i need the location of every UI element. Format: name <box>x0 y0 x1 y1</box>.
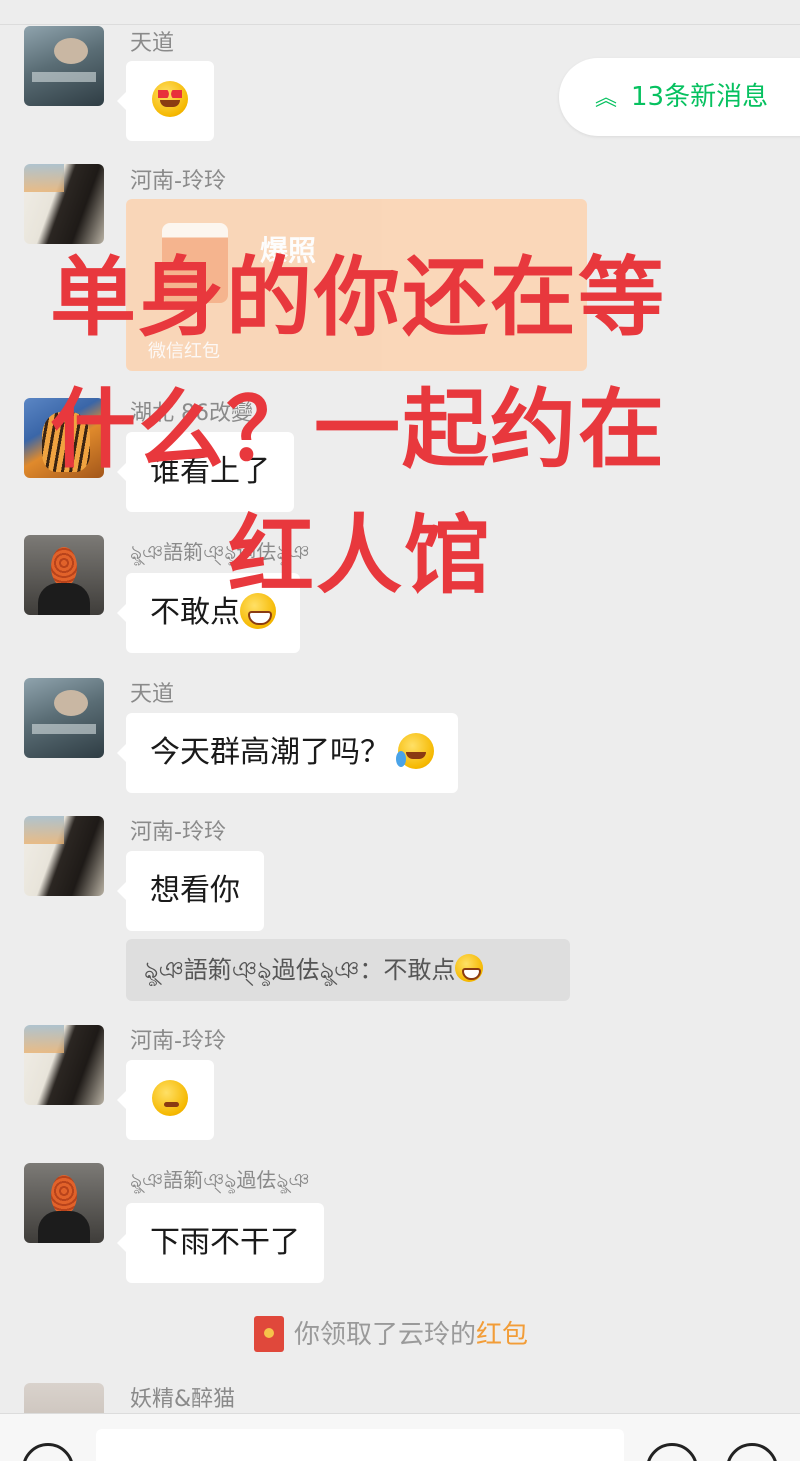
grinning-emoji-icon <box>455 954 484 982</box>
avatar-lingling[interactable] <box>24 816 104 896</box>
new-messages-button[interactable]: ︽ 13条新消息 <box>559 58 800 136</box>
sender-name: 妖精&醉猫 <box>130 1387 236 1412</box>
top-divider <box>0 24 800 25</box>
avatar-mask[interactable] <box>24 1163 104 1243</box>
avatar-lingling[interactable] <box>24 164 104 244</box>
heart-eyes-emoji-icon <box>152 80 188 117</box>
laughing-crying-emoji-icon <box>396 732 434 769</box>
quote-text: ৡ্ঞ語箣ঞ্ৡ過佉ৡ্ঞ：不敢点 <box>144 956 456 984</box>
avatar-lingling[interactable] <box>24 1025 104 1105</box>
system-message: 你领取了云玲的红包 <box>254 1315 528 1354</box>
sender-name: ৡ্ঞ語箣ঞ্ৡ過佉ৡ্ঞ <box>130 1168 310 1192</box>
red-packet-icon <box>254 1315 284 1352</box>
message-bubble[interactable]: 今天群高潮了吗？ <box>117 713 458 793</box>
message-text: 今天群高潮了吗？ <box>150 735 390 770</box>
message-input[interactable] <box>96 1429 624 1461</box>
avatar-tiandao[interactable] <box>24 26 104 106</box>
avatar-tiandao[interactable] <box>24 678 104 758</box>
avatar-mask[interactable] <box>24 535 104 615</box>
overlay-text-line-1: 单身的你还在等 <box>50 248 666 348</box>
message-bubble[interactable] <box>117 61 214 141</box>
message-bubble[interactable]: 想看你 <box>117 851 264 931</box>
double-chevron-up-icon: ︽ <box>595 86 618 111</box>
overlay-text-line-3: 红人馆 <box>228 506 492 606</box>
sender-name: 河南-玲玲 <box>130 169 226 194</box>
hugging-face-emoji-icon <box>152 1079 188 1116</box>
quoted-message[interactable]: ৡ্ঞ語箣ঞ্ৡ過佉ৡ্ঞ：不敢点 <box>126 939 570 1001</box>
sender-name: 天道 <box>130 682 175 707</box>
system-message-text: 你领取了云玲的 <box>294 1320 477 1350</box>
sender-name: 天道 <box>130 31 175 56</box>
new-messages-label: 13条新消息 <box>631 82 769 112</box>
message-text: 不敢点 <box>150 595 240 630</box>
sender-name: 河南-玲玲 <box>130 820 226 845</box>
red-packet-link[interactable]: 红包 <box>476 1320 528 1350</box>
message-bubble[interactable] <box>117 1060 214 1140</box>
message-bubble[interactable]: 下雨不干了 <box>117 1203 324 1283</box>
overlay-text-line-2: 什么？一起约在 <box>50 380 666 480</box>
sender-name: 河南-玲玲 <box>130 1029 226 1054</box>
